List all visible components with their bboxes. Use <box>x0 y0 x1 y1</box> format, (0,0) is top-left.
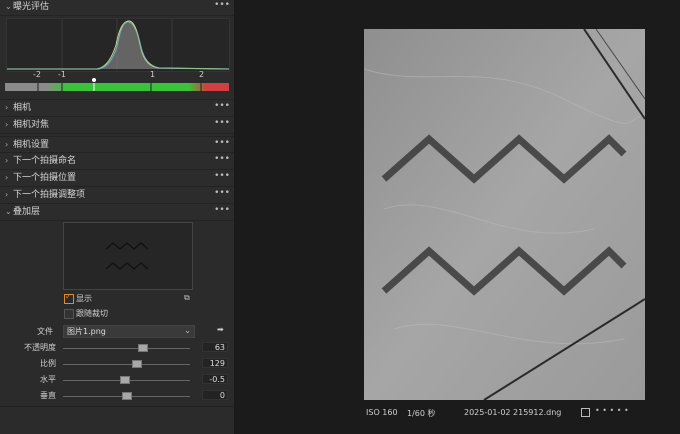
chevron-down-icon: ⌄ <box>5 207 12 216</box>
slider-label: 比例 <box>40 359 56 368</box>
filename-readout: 2025-01-02 215912.dng <box>464 408 562 417</box>
more-dots-icon[interactable]: ••• <box>214 98 230 114</box>
more-dots-icon[interactable]: ••• <box>214 185 230 201</box>
exposure-scale: -2 -1 1 2 <box>0 70 234 82</box>
chevron-right-icon: › <box>5 103 9 112</box>
histogram-graph <box>7 19 229 71</box>
exposure-bar <box>5 83 229 91</box>
chevron-right-icon: › <box>5 190 9 199</box>
more-dots-icon[interactable]: ••• <box>214 202 230 218</box>
chevron-right-icon: › <box>5 120 9 129</box>
tick-label: 2 <box>199 70 205 79</box>
divider <box>0 406 234 407</box>
chevron-right-icon: › <box>5 156 9 165</box>
arrow-right-icon[interactable]: ➡ <box>217 325 224 334</box>
show-checkbox[interactable] <box>64 292 74 304</box>
file-select[interactable]: 图片1.png ⌄ <box>63 325 195 338</box>
section-camera[interactable]: › 相机 ••• <box>0 99 234 117</box>
section-overlay[interactable]: ⌄ 叠加层 ••• <box>0 203 234 221</box>
frame-toggle-icon[interactable] <box>581 408 590 417</box>
slider-value[interactable]: 129 <box>202 358 228 368</box>
image-canvas[interactable] <box>364 29 645 400</box>
slider-label: 不透明度 <box>24 343 56 352</box>
slider-label: 垂直 <box>40 391 56 400</box>
slider-label: 水平 <box>40 375 56 384</box>
more-dots-icon[interactable]: • • • • • <box>595 406 629 415</box>
section-title: 曝光评估 <box>13 2 50 12</box>
section-next-capture-naming[interactable]: › 下一个拍摄命名 ••• <box>0 152 234 170</box>
section-title: 下一个拍摄位置 <box>13 173 77 183</box>
copy-icon[interactable]: ⧉ <box>184 293 190 303</box>
section-next-capture-adjustments[interactable]: › 下一个拍摄调整项 ••• <box>0 186 234 204</box>
tick-label: -2 <box>33 70 41 79</box>
slider-thumb[interactable] <box>121 392 132 400</box>
slider-value[interactable]: 63 <box>202 342 228 352</box>
section-next-capture-location[interactable]: › 下一个拍摄位置 ••• <box>0 169 234 187</box>
slider-thumb[interactable] <box>131 360 142 368</box>
viewer: ISO 160 1/60 秒 2025-01-02 215912.dng • •… <box>235 0 680 434</box>
left-tool-panel: ⌄ 曝光评估 ••• -2 -1 1 2 › 相机 ••• › 相机对焦 •••… <box>0 0 235 434</box>
exposure-marker <box>92 78 96 82</box>
more-dots-icon[interactable]: ••• <box>214 0 230 13</box>
section-title: 下一个拍摄命名 <box>13 156 77 166</box>
slider-opacity[interactable]: 不透明度 63 <box>0 342 234 354</box>
slider-scale[interactable]: 比例 129 <box>0 358 234 370</box>
more-dots-icon[interactable]: ••• <box>214 151 230 167</box>
zigzag-preview-icon <box>105 242 149 270</box>
follow-crop-label: 跟随裁切 <box>76 309 108 318</box>
section-exposure-header[interactable]: ⌄ 曝光评估 ••• <box>0 0 234 16</box>
section-camera-focus[interactable]: › 相机对焦 ••• <box>0 116 234 134</box>
slider-value[interactable]: -0.5 <box>202 374 228 384</box>
more-dots-icon[interactable]: ••• <box>214 115 230 131</box>
follow-crop-checkbox[interactable] <box>64 309 74 319</box>
section-title: 相机设置 <box>13 140 50 150</box>
file-label: 文件 <box>37 327 53 336</box>
show-label: 显示 <box>76 294 92 303</box>
file-select-value: 图片1.png <box>67 327 106 336</box>
section-title: 相机 <box>13 103 32 113</box>
histogram <box>6 18 230 72</box>
tick-label: -1 <box>58 70 66 79</box>
slider-thumb[interactable] <box>138 344 148 352</box>
section-title: 下一个拍摄调整项 <box>13 190 86 200</box>
tick-label: 1 <box>150 70 156 79</box>
slider-thumb[interactable] <box>120 376 131 384</box>
slider-value[interactable]: 0 <box>202 390 228 400</box>
chevron-down-icon: ⌄ <box>184 326 191 335</box>
section-title: 相机对焦 <box>13 120 50 130</box>
iso-readout: ISO 160 <box>366 408 398 417</box>
shutter-readout: 1/60 秒 <box>407 409 436 418</box>
chevron-down-icon: ⌄ <box>5 2 12 11</box>
slider-vertical[interactable]: 垂直 0 <box>0 390 234 402</box>
more-dots-icon[interactable]: ••• <box>214 168 230 184</box>
slider-horizontal[interactable]: 水平 -0.5 <box>0 374 234 386</box>
marble-photo <box>364 29 645 400</box>
overlay-preview <box>63 222 193 290</box>
slider-track[interactable] <box>63 348 190 349</box>
slider-track[interactable] <box>63 364 190 365</box>
more-dots-icon[interactable]: ••• <box>214 135 230 151</box>
chevron-right-icon: › <box>5 173 9 182</box>
section-title: 叠加层 <box>13 207 41 217</box>
chevron-right-icon: › <box>5 140 9 149</box>
